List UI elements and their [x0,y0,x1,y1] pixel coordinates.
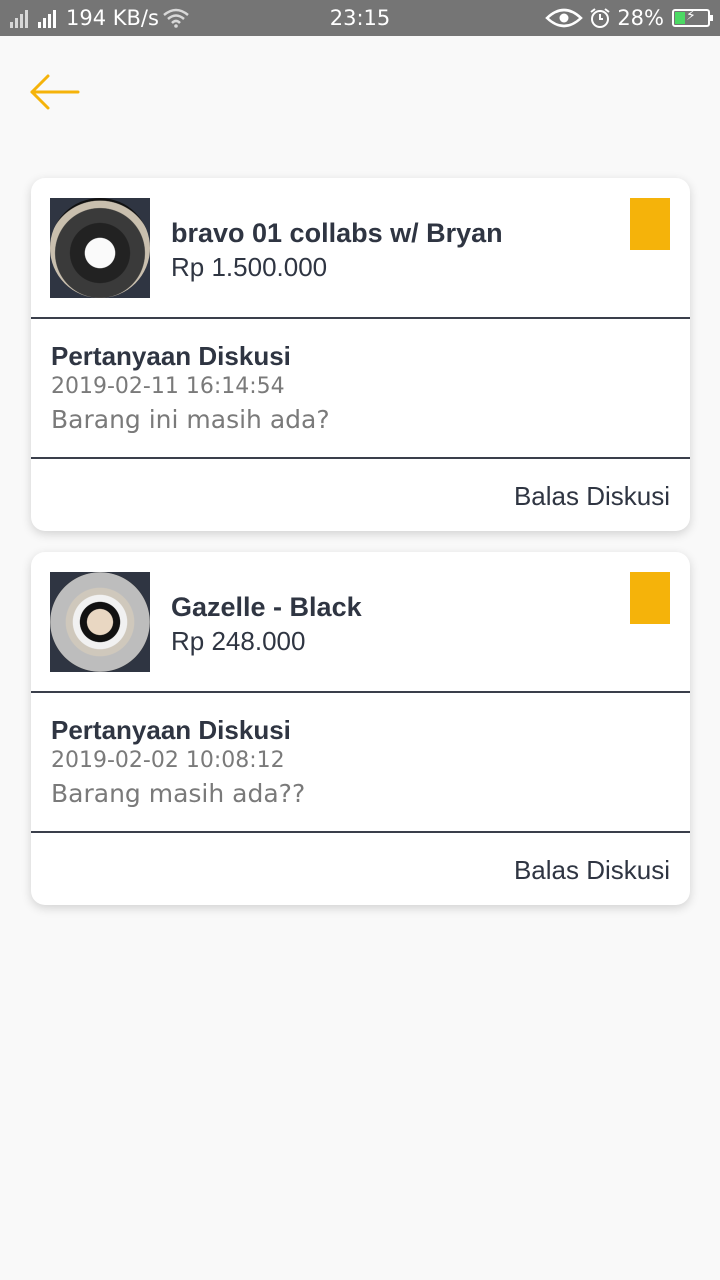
discussion-card: bravo 01 collabs w/ Bryan Rp 1.500.000 P… [31,178,690,531]
product-header[interactable]: bravo 01 collabs w/ Bryan Rp 1.500.000 [31,178,690,319]
status-bar: 194 KB/s 23:15 28% ⚡ [0,0,720,36]
question-section: Pertanyaan Diskusi 2019-02-02 10:08:12 B… [31,693,690,833]
product-thumbnail[interactable] [50,198,150,298]
arrow-left-icon [30,74,80,110]
eye-icon [545,8,584,28]
battery-percent: 28% [617,6,664,30]
product-name: bravo 01 collabs w/ Bryan [171,218,503,248]
question-title: Pertanyaan Diskusi [51,715,291,745]
card-footer: Balas Diskusi [31,459,690,531]
alarm-icon [590,8,610,28]
battery-charging-icon: ⚡ [672,8,713,27]
question-date: 2019-02-11 16:14:54 [51,374,285,399]
status-badge [630,572,670,624]
discussion-card: Gazelle - Black Rp 248.000 Pertanyaan Di… [31,552,690,905]
reply-discussion-button[interactable]: Balas Diskusi [514,481,670,512]
question-text: Barang masih ada?? [51,779,306,808]
product-name: Gazelle - Black [171,592,362,622]
question-section: Pertanyaan Diskusi 2019-02-11 16:14:54 B… [31,319,690,459]
status-badge [630,198,670,250]
question-text: Barang ini masih ada? [51,405,330,434]
status-right: 28% ⚡ [545,0,713,36]
back-button[interactable] [28,70,84,114]
question-date: 2019-02-02 10:08:12 [51,748,285,773]
product-thumbnail[interactable] [50,572,150,672]
product-price: Rp 1.500.000 [171,252,328,282]
product-header[interactable]: Gazelle - Black Rp 248.000 [31,552,690,693]
product-price: Rp 248.000 [171,626,306,656]
reply-discussion-button[interactable]: Balas Diskusi [514,855,670,886]
card-footer: Balas Diskusi [31,833,690,905]
question-title: Pertanyaan Diskusi [51,341,291,371]
